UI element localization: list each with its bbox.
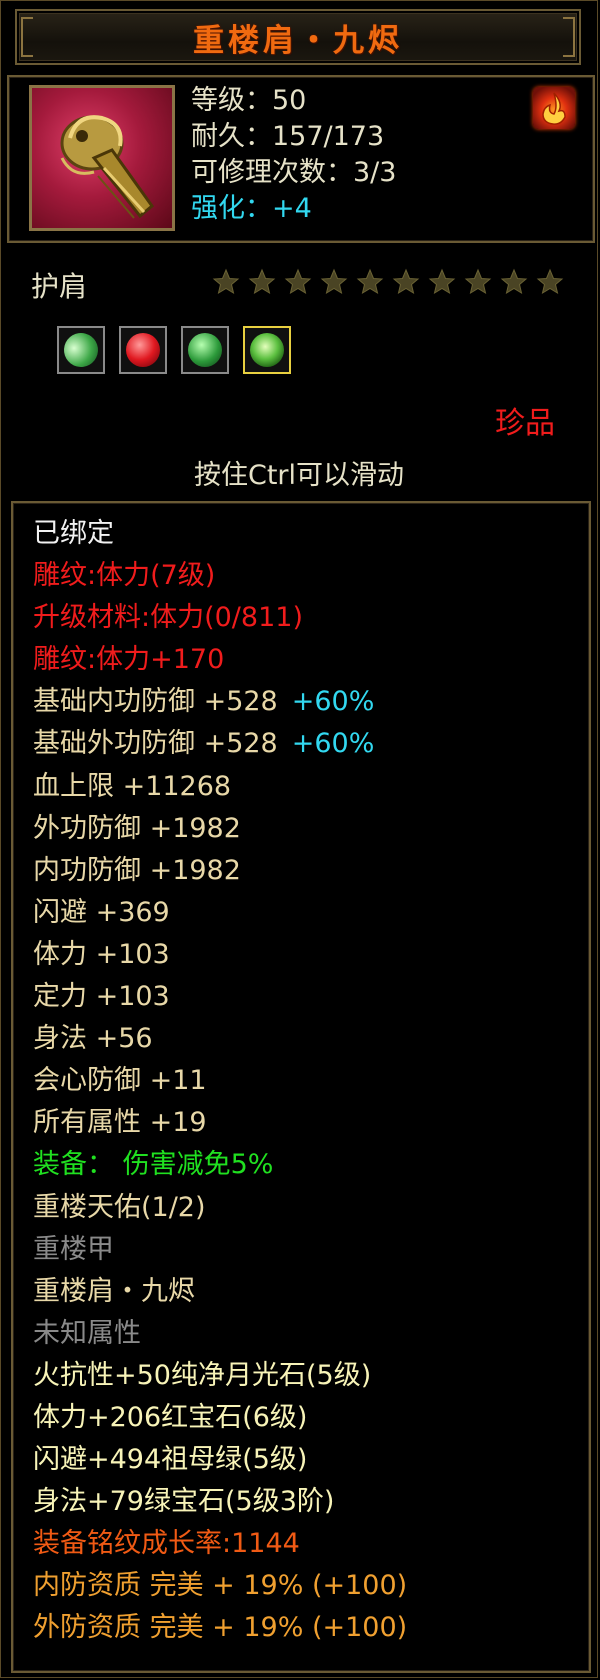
attribute-line: 内功防御 +1982	[33, 850, 407, 892]
item-repair-count: 可修理次数：3/3	[191, 157, 397, 188]
attribute-text: 血上限 +11268	[33, 770, 232, 802]
attribute-line: 雕纹:体力(7级)	[33, 555, 407, 597]
attribute-text: 重楼甲	[33, 1233, 114, 1265]
attribute-text: 雕纹:体力(7级)	[33, 560, 216, 592]
attribute-text: 体力+206红宝石(6级)	[33, 1401, 308, 1433]
attribute-text: 已绑定	[33, 518, 114, 549]
moonstone-gem-icon[interactable]	[57, 326, 105, 374]
attribute-line: 装备： 伤害减免5%	[33, 1144, 407, 1186]
attribute-text: 重楼肩・九烬	[33, 1275, 195, 1307]
attribute-line: 身法 +56	[33, 1018, 407, 1060]
attribute-line: 会心防御 +11	[33, 1060, 407, 1102]
attribute-text: 装备铭纹成长率:1144	[33, 1528, 300, 1560]
attribute-line: 升级材料:体力(0/811)	[33, 597, 407, 639]
attribute-line: 闪避 +369	[33, 892, 407, 934]
attribute-line: 外功防御 +1982	[33, 808, 407, 850]
emerald-gem-icon[interactable]	[181, 326, 229, 374]
scroll-hint: 按住Ctrl可以滑动	[193, 460, 405, 491]
attribute-line: 火抗性+50纯净月光石(5级)	[33, 1355, 407, 1397]
attribute-text: 闪避 +369	[33, 896, 170, 928]
star-icon	[283, 267, 313, 297]
star-icon	[391, 267, 421, 297]
rarity-label: 珍品	[495, 406, 555, 441]
star-rating	[211, 267, 565, 297]
attribute-line: 体力+206红宝石(6级)	[33, 1397, 407, 1439]
attribute-line: 外防资质 完美 + 19% (+100)	[33, 1607, 407, 1649]
star-icon	[355, 267, 385, 297]
attribute-line: 体力 +103	[33, 934, 407, 976]
attribute-line: 雕纹:体力+170	[33, 639, 407, 681]
attribute-list: 已绑定雕纹:体力(7级) 升级材料:体力(0/811) 雕纹:体力+170 基础内功防…	[33, 513, 407, 1650]
attribute-text: 重楼天佑(1/2)	[33, 1191, 206, 1223]
attribute-text: 体力 +103	[33, 938, 170, 970]
attribute-bonus-percent: +60%	[291, 728, 375, 760]
attribute-line: 未知属性	[33, 1313, 407, 1355]
attribute-text: 基础内功防御 +528	[33, 686, 278, 718]
item-title: 重楼肩・九烬	[193, 22, 403, 59]
shoulder-armor-icon	[29, 85, 175, 231]
star-icon	[247, 267, 277, 297]
attribute-text: 内防资质 完美 + 19% (+100)	[33, 1570, 408, 1602]
attribute-line: 闪避+494祖母绿(5级)	[33, 1439, 407, 1481]
attribute-line: 重楼甲	[33, 1229, 407, 1271]
star-icon	[427, 267, 457, 297]
attribute-line: 身法+79绿宝石(5级3阶)	[33, 1481, 407, 1523]
attribute-text: 升级材料:体力(0/811)	[33, 602, 303, 634]
item-durability: 耐久：157/173	[191, 121, 385, 152]
item-header: 等级：50 耐久：157/173 可修理次数：3/3 强化：+4	[7, 75, 595, 243]
attribute-text: 身法 +56	[33, 1023, 153, 1055]
star-icon	[499, 267, 529, 297]
attribute-line: 重楼天佑(1/2)	[33, 1187, 407, 1229]
attribute-line: 重楼肩・九烬	[33, 1271, 407, 1313]
item-enhance-level: 强化：+4	[191, 193, 312, 224]
star-icon	[463, 267, 493, 297]
attribute-text: 雕纹:体力+170	[33, 644, 225, 676]
flame-badge-icon	[533, 87, 575, 129]
attribute-text: 内功防御 +1982	[33, 854, 241, 886]
item-level: 等级：50	[191, 85, 307, 116]
green-gem-icon[interactable]	[243, 326, 291, 374]
attribute-text: 会心防御 +11	[33, 1065, 207, 1097]
star-icon	[319, 267, 349, 297]
attribute-panel[interactable]: 已绑定雕纹:体力(7级) 升级材料:体力(0/811) 雕纹:体力+170 基础内功防…	[11, 501, 591, 1673]
attribute-text: 未知属性	[33, 1317, 141, 1349]
star-icon	[211, 267, 241, 297]
attribute-text: 所有属性 +19	[33, 1107, 207, 1139]
attribute-text: 装备： 伤害减免5%	[33, 1149, 274, 1181]
item-stats: 等级：50 耐久：157/173 可修理次数：3/3 强化：+4	[191, 83, 396, 227]
attribute-line: 定力 +103	[33, 976, 407, 1018]
attribute-text: 基础外功防御 +528	[33, 728, 278, 760]
ruby-gem-icon[interactable]	[119, 326, 167, 374]
attribute-line: 所有属性 +19	[33, 1102, 407, 1144]
gem-slots	[57, 326, 291, 374]
attribute-text: 闪避+494祖母绿(5级)	[33, 1444, 308, 1476]
attribute-text: 外功防御 +1982	[33, 812, 241, 844]
equipment-slot-type: 护肩	[31, 270, 88, 303]
attribute-line: 装备铭纹成长率:1144	[33, 1523, 407, 1565]
title-bar: 重楼肩・九烬	[15, 9, 581, 65]
attribute-text: 外防资质 完美 + 19% (+100)	[33, 1612, 408, 1644]
attribute-text: 身法+79绿宝石(5级3阶)	[33, 1486, 335, 1518]
star-icon	[535, 267, 565, 297]
attribute-line: 血上限 +11268	[33, 766, 407, 808]
attribute-line: 已绑定	[33, 513, 407, 555]
attribute-bonus-percent: +60%	[291, 686, 375, 718]
attribute-text: 定力 +103	[33, 981, 170, 1013]
attribute-line: 基础外功防御 +528 +60%	[33, 723, 407, 765]
item-tooltip-panel: 重楼肩・九烬 等级：50 耐久：157/173 可修理次数：3/3 强化：+4	[0, 0, 598, 1678]
attribute-line: 内防资质 完美 + 19% (+100)	[33, 1565, 407, 1607]
attribute-text: 火抗性+50纯净月光石(5级)	[33, 1359, 372, 1391]
attribute-line: 基础内功防御 +528 +60%	[33, 681, 407, 723]
